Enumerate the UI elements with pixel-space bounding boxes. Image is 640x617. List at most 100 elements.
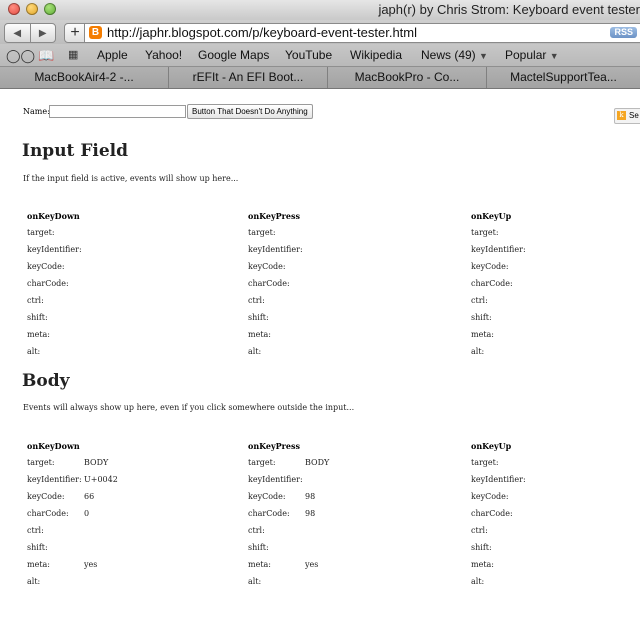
event-row-label: alt: xyxy=(27,347,41,356)
event-row-label: keyCode: xyxy=(27,492,65,501)
add-bookmark-button[interactable]: + xyxy=(64,23,86,43)
forward-icon[interactable]: ▶ xyxy=(31,24,56,42)
grid-icon[interactable]: ▦ xyxy=(68,48,78,61)
event-row: keyIdentifier: xyxy=(27,245,82,254)
bookmark-apple[interactable]: Apple xyxy=(97,48,128,62)
event-row: keyIdentifier: xyxy=(248,245,303,254)
event-row-label: ctrl: xyxy=(471,296,488,305)
event-row-label: keyCode: xyxy=(471,492,509,501)
event-row-label: shift: xyxy=(471,313,492,322)
event-row-label: shift: xyxy=(248,543,269,552)
event-row: alt: xyxy=(471,347,484,356)
event-row-value: 98 xyxy=(305,509,316,518)
event-row: target: BODY xyxy=(27,458,108,467)
event-row-value: U+0042 xyxy=(84,475,118,484)
reading-glasses-icon[interactable]: ◯◯ xyxy=(6,48,35,64)
event-column-header: onKeyPress xyxy=(248,211,300,221)
event-row-label: keyCode: xyxy=(471,262,509,271)
event-row: meta: xyxy=(27,330,50,339)
input-field-heading: Input Field xyxy=(22,141,129,161)
event-row: alt: xyxy=(471,577,484,586)
event-row: charCode: xyxy=(27,279,69,288)
event-row: target: xyxy=(471,458,499,467)
event-row-label: meta: xyxy=(27,560,50,569)
event-row-value: 0 xyxy=(84,509,90,518)
bookmark-yahoo[interactable]: Yahoo! xyxy=(145,48,182,62)
event-row-label: target: xyxy=(471,458,499,467)
event-row-label: target: xyxy=(248,458,276,467)
event-row: keyCode: 66 xyxy=(27,492,94,501)
event-row: keyIdentifier: xyxy=(471,475,526,484)
event-row: keyCode: xyxy=(248,262,286,271)
event-row-label: charCode: xyxy=(27,279,69,288)
do-nothing-button[interactable]: Button That Doesn't Do Anything xyxy=(187,104,313,119)
event-row-label: ctrl: xyxy=(248,296,265,305)
bookmark-youtube[interactable]: YouTube xyxy=(285,48,332,62)
event-row-value: BODY xyxy=(84,458,109,467)
bookmark-google-maps[interactable]: Google Maps xyxy=(198,48,269,62)
event-row-label: alt: xyxy=(248,347,262,356)
event-row-label: ctrl: xyxy=(27,296,44,305)
event-row-label: shift: xyxy=(27,313,48,322)
tab-mactelsupport[interactable]: MactelSupportTea... xyxy=(487,67,640,88)
event-row-label: ctrl: xyxy=(471,526,488,535)
event-row: alt: xyxy=(27,347,40,356)
event-row: ctrl: xyxy=(248,526,265,535)
event-row-label: keyCode: xyxy=(27,262,65,271)
event-row-label: keyIdentifier: xyxy=(248,475,303,484)
url-field[interactable]: B http://japhr.blogspot.com/p/keyboard-e… xyxy=(84,23,640,43)
event-row-label: meta: xyxy=(27,330,50,339)
event-row-label: target: xyxy=(27,458,55,467)
bookmarks-bar: ◯◯ 📖 ▦ Apple Yahoo! Google Maps YouTube … xyxy=(0,44,640,67)
event-row-label: shift: xyxy=(248,313,269,322)
event-row: charCode: xyxy=(248,279,290,288)
tab-bar: MacBookAir4-2 -... rEFIt - An EFI Boot..… xyxy=(0,67,640,89)
search-widget-button[interactable]: k Se xyxy=(614,108,640,124)
event-row-label: charCode: xyxy=(27,509,69,518)
back-icon[interactable]: ◀ xyxy=(5,24,31,42)
tab-refit[interactable]: rEFIt - An EFI Boot... xyxy=(169,67,328,88)
plus-icon: + xyxy=(70,24,80,41)
event-column-header: onKeyDown xyxy=(27,441,80,451)
event-column-header: onKeyPress xyxy=(248,441,300,451)
url-text: http://japhr.blogspot.com/p/keyboard-eve… xyxy=(107,25,418,40)
event-row-value: yes xyxy=(84,560,98,569)
event-row-label: keyCode: xyxy=(248,262,286,271)
rss-button[interactable]: RSS xyxy=(610,27,637,38)
event-row-label: alt: xyxy=(248,577,262,586)
event-row-label: meta: xyxy=(471,330,494,339)
event-row-label: keyCode: xyxy=(248,492,286,501)
event-row-label: target: xyxy=(471,228,499,237)
name-input[interactable] xyxy=(49,105,186,118)
open-book-icon[interactable]: 📖 xyxy=(38,48,54,64)
event-row: shift: xyxy=(27,313,48,322)
bookmark-news-folder[interactable]: News (49) ▼ xyxy=(421,48,488,62)
event-row-label: alt: xyxy=(471,347,485,356)
event-row: alt: xyxy=(27,577,40,586)
event-row-value: yes xyxy=(305,560,319,569)
bookmark-wikipedia[interactable]: Wikipedia xyxy=(350,48,402,62)
event-row-label: shift: xyxy=(471,543,492,552)
bookmark-popular-folder[interactable]: Popular ▼ xyxy=(505,48,559,62)
event-row: target: BODY xyxy=(248,458,329,467)
navigation-buttons: ◀ ▶ xyxy=(4,23,56,43)
event-row: alt: xyxy=(248,577,261,586)
event-row: keyCode: xyxy=(471,492,509,501)
zoom-window-button[interactable] xyxy=(44,3,56,15)
event-row-label: meta: xyxy=(248,560,271,569)
event-row: ctrl: xyxy=(248,296,265,305)
tab-macbookpro[interactable]: MacBookPro - Co... xyxy=(328,67,487,88)
event-row: shift: xyxy=(27,543,48,552)
minimize-window-button[interactable] xyxy=(26,3,38,15)
dropdown-arrow-icon: ▼ xyxy=(549,51,559,61)
tab-macbookair[interactable]: MacBookAir4-2 -... xyxy=(0,67,169,88)
event-row-label: charCode: xyxy=(471,279,513,288)
close-window-button[interactable] xyxy=(8,3,20,15)
event-row: ctrl: xyxy=(27,296,44,305)
event-row: charCode: xyxy=(471,279,513,288)
window-title-bar: japh(r) by Chris Strom: Keyboard event t… xyxy=(0,0,640,20)
event-row: target: xyxy=(471,228,499,237)
event-row-label: keyIdentifier: xyxy=(248,245,303,254)
event-row-label: meta: xyxy=(471,560,494,569)
page-content: Name: Button That Doesn't Do Anything k … xyxy=(0,89,640,617)
